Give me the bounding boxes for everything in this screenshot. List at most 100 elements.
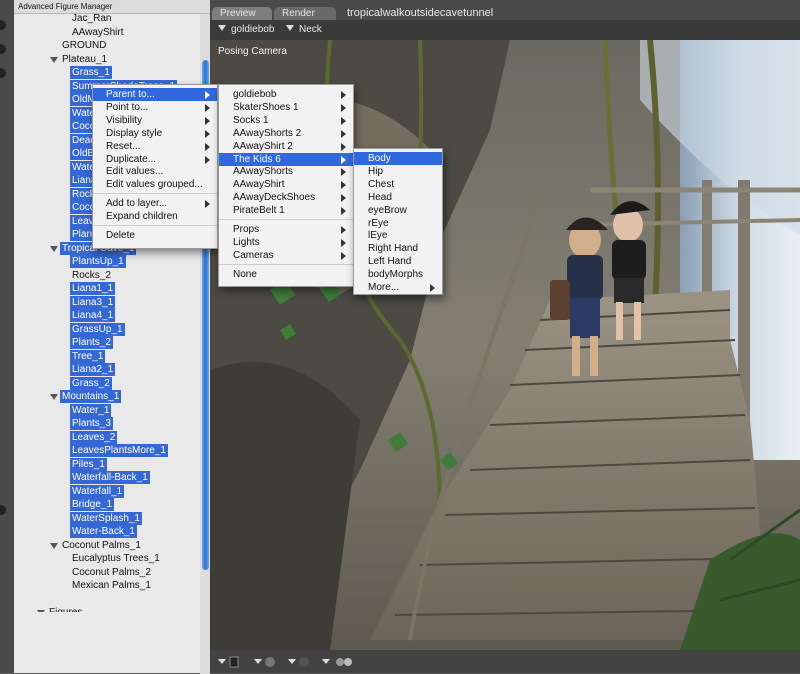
menu-item-leye[interactable]: lEye — [354, 229, 442, 242]
tree-item-eucalyptus-trees-1[interactable]: Eucalyptus Trees_1 — [72, 552, 160, 565]
shading-mode-icon[interactable] — [254, 656, 276, 671]
panel-title: Advanced Figure Manager — [14, 0, 210, 14]
tree-item-bridge-1[interactable]: Bridge_1 — [70, 498, 115, 511]
menu-item-label: The Kids 6 — [233, 153, 281, 165]
menu-item-bodymorphs[interactable]: bodyMorphs — [354, 268, 442, 281]
strip-dial-icon[interactable] — [0, 20, 6, 30]
menu-item-aawaydeckshoes[interactable]: AAwayDeckShoes — [219, 191, 353, 204]
menu-item-parent-to[interactable]: Parent to... — [93, 88, 217, 101]
menu-item-aawayshirt[interactable]: AAwayShirt — [219, 178, 353, 191]
tree-item-aawayshirt[interactable]: AAwayShirt — [72, 26, 124, 39]
menu-item-label: Display style — [106, 127, 163, 139]
menu-item-label: Head — [368, 191, 392, 203]
menu-item-delete[interactable]: Delete — [93, 229, 217, 242]
actor-select-dropdown[interactable]: Neck — [286, 23, 322, 37]
menu-item-cameras[interactable]: Cameras — [219, 249, 353, 262]
tree-item-mountains-1[interactable]: Mountains_1 — [60, 390, 122, 403]
tab-render[interactable]: Render — [274, 7, 336, 20]
document-style-icon[interactable] — [288, 656, 310, 671]
tree-item-water-1[interactable]: Water_1 — [70, 403, 112, 417]
menu-item-left-hand[interactable]: Left Hand — [354, 255, 442, 268]
tree-item-liana4-1[interactable]: Liana4_1 — [70, 309, 116, 322]
tab-preview[interactable]: Preview — [212, 7, 272, 20]
menu-item-props[interactable]: Props — [219, 223, 353, 236]
menu-item-reye[interactable]: rEye — [354, 217, 442, 230]
tree-item-grassup-1[interactable]: GrassUp_1 — [70, 322, 125, 336]
menu-item-head[interactable]: Head — [354, 191, 442, 204]
menu-item-skatershoes-1[interactable]: SkaterShoes 1 — [219, 101, 353, 114]
tree-item-grass-2[interactable]: Grass_2 — [70, 376, 112, 390]
menu-item-expand-children[interactable]: Expand children — [93, 210, 217, 223]
figure-select-dropdown[interactable]: goldiebob — [218, 23, 274, 37]
menu-item-visibility[interactable]: Visibility — [93, 114, 217, 127]
menu-item-label: Hip — [368, 165, 384, 177]
context-menu: Parent to... Point to... Visibility Display… — [92, 84, 218, 249]
menu-item-right-hand[interactable]: Right Hand — [354, 242, 442, 255]
menu-item-label: Socks 1 — [233, 114, 269, 126]
menu-item-reset[interactable]: Reset... — [93, 140, 217, 153]
menu-separator — [93, 225, 217, 226]
menu-item-label: SkaterShoes 1 — [233, 101, 299, 113]
tree-item-leavesplantsmore-1[interactable]: LeavesPlantsMore_1 — [70, 444, 168, 457]
tree-item-leaves-2[interactable]: Leaves_2 — [70, 430, 118, 444]
menu-item-hip[interactable]: Hip — [354, 165, 442, 178]
submenu-arrow-icon — [341, 226, 346, 234]
menu-item-eyebrow[interactable]: eyeBrow — [354, 204, 442, 217]
tree-item-plantsup-1[interactable]: PlantsUp_1 — [70, 255, 126, 268]
tree-item-liana1-1[interactable]: Liana1_1 — [70, 282, 116, 295]
menu-item-aawayshorts[interactable]: AAwayShorts — [219, 165, 353, 178]
menu-item-body[interactable]: Body — [354, 152, 442, 165]
display-style-icon[interactable] — [218, 656, 240, 671]
strip-dial-icon[interactable] — [0, 68, 6, 78]
expanded-triangle-icon[interactable] — [50, 542, 58, 549]
menu-item-label: None — [233, 268, 257, 280]
menu-item-goldiebob[interactable]: goldiebob — [219, 88, 353, 101]
menu-item-label: lEye — [368, 230, 388, 242]
menu-item-edit-values[interactable]: Edit values... — [93, 165, 217, 178]
tree-item-piles-1[interactable]: Piles_1 — [70, 457, 107, 471]
tree-item-rocks-2[interactable]: Rocks_2 — [72, 269, 111, 282]
tree-item-plants-3[interactable]: Plants_3 — [70, 417, 113, 430]
menu-item-socks-1[interactable]: Socks 1 — [219, 114, 353, 127]
strip-dial-icon[interactable] — [0, 44, 6, 54]
menu-item-none[interactable]: None — [219, 268, 353, 281]
menu-item-aawayshirt-2[interactable]: AAwayShirt 2 — [219, 140, 353, 153]
menu-item-aawayshorts-2[interactable]: AAwayShorts 2 — [219, 127, 353, 140]
tree-item-tree-1[interactable]: Tree_1 — [70, 349, 106, 363]
menu-item-edit-values-grouped[interactable]: Edit values grouped... — [93, 178, 217, 191]
tree-item-plateau-1[interactable]: Plateau_1 — [62, 53, 107, 66]
menu-item-the-kids-6[interactable]: The Kids 6 — [219, 152, 353, 166]
tree-item-water-back-1[interactable]: Water-Back_1 — [70, 525, 137, 538]
tree-item-figures[interactable]: Figures — [49, 606, 82, 612]
actor-select-value: Neck — [299, 24, 322, 35]
tree-item-coconut-palms-1[interactable]: Coconut Palms_1 — [62, 539, 141, 552]
tree-item-liana2-1[interactable]: Liana2_1 — [70, 363, 116, 376]
menu-item-piratebelt-1[interactable]: PirateBelt 1 — [219, 204, 353, 217]
submenu-arrow-icon — [341, 168, 346, 177]
expanded-triangle-icon[interactable] — [50, 245, 58, 252]
expanded-triangle-icon[interactable] — [37, 610, 45, 612]
tree-item-liana3-1[interactable]: Liana3_1 — [70, 295, 116, 309]
tree-item-plants-2[interactable]: Plants_2 — [70, 336, 113, 349]
tree-item-mexican-palms-1[interactable]: Mexican Palms_1 — [72, 579, 151, 592]
submenu-arrow-icon — [205, 91, 210, 99]
tree-item-waterfall-back-1[interactable]: Waterfall-Back_1 — [70, 471, 150, 484]
menu-item-point-to[interactable]: Point to... — [93, 101, 217, 114]
menu-item-display-style[interactable]: Display style — [93, 127, 217, 140]
menu-item-add-to-layer[interactable]: Add to layer... — [93, 197, 217, 210]
tree-item-grass-1[interactable]: Grass_1 — [70, 66, 112, 79]
menu-separator — [219, 263, 353, 265]
element-style-icon[interactable] — [334, 656, 356, 671]
menu-item-lights[interactable]: Lights — [219, 236, 353, 249]
menu-item-duplicate[interactable]: Duplicate... — [93, 153, 217, 166]
menu-separator — [219, 219, 353, 220]
tree-item-waterfall-1[interactable]: Waterfall_1 — [70, 484, 125, 498]
menu-item-more[interactable]: More... — [354, 281, 442, 294]
tree-item-ground[interactable]: GROUND — [62, 39, 106, 52]
tree-item-watersplash-1[interactable]: WaterSplash_1 — [70, 511, 142, 525]
menu-item-chest[interactable]: Chest — [354, 178, 442, 191]
tree-item-coconut-palms-2[interactable]: Coconut Palms_2 — [72, 566, 151, 579]
strip-dial-icon[interactable] — [0, 505, 6, 515]
expanded-triangle-icon[interactable] — [50, 56, 58, 63]
expanded-triangle-icon[interactable] — [50, 394, 58, 400]
